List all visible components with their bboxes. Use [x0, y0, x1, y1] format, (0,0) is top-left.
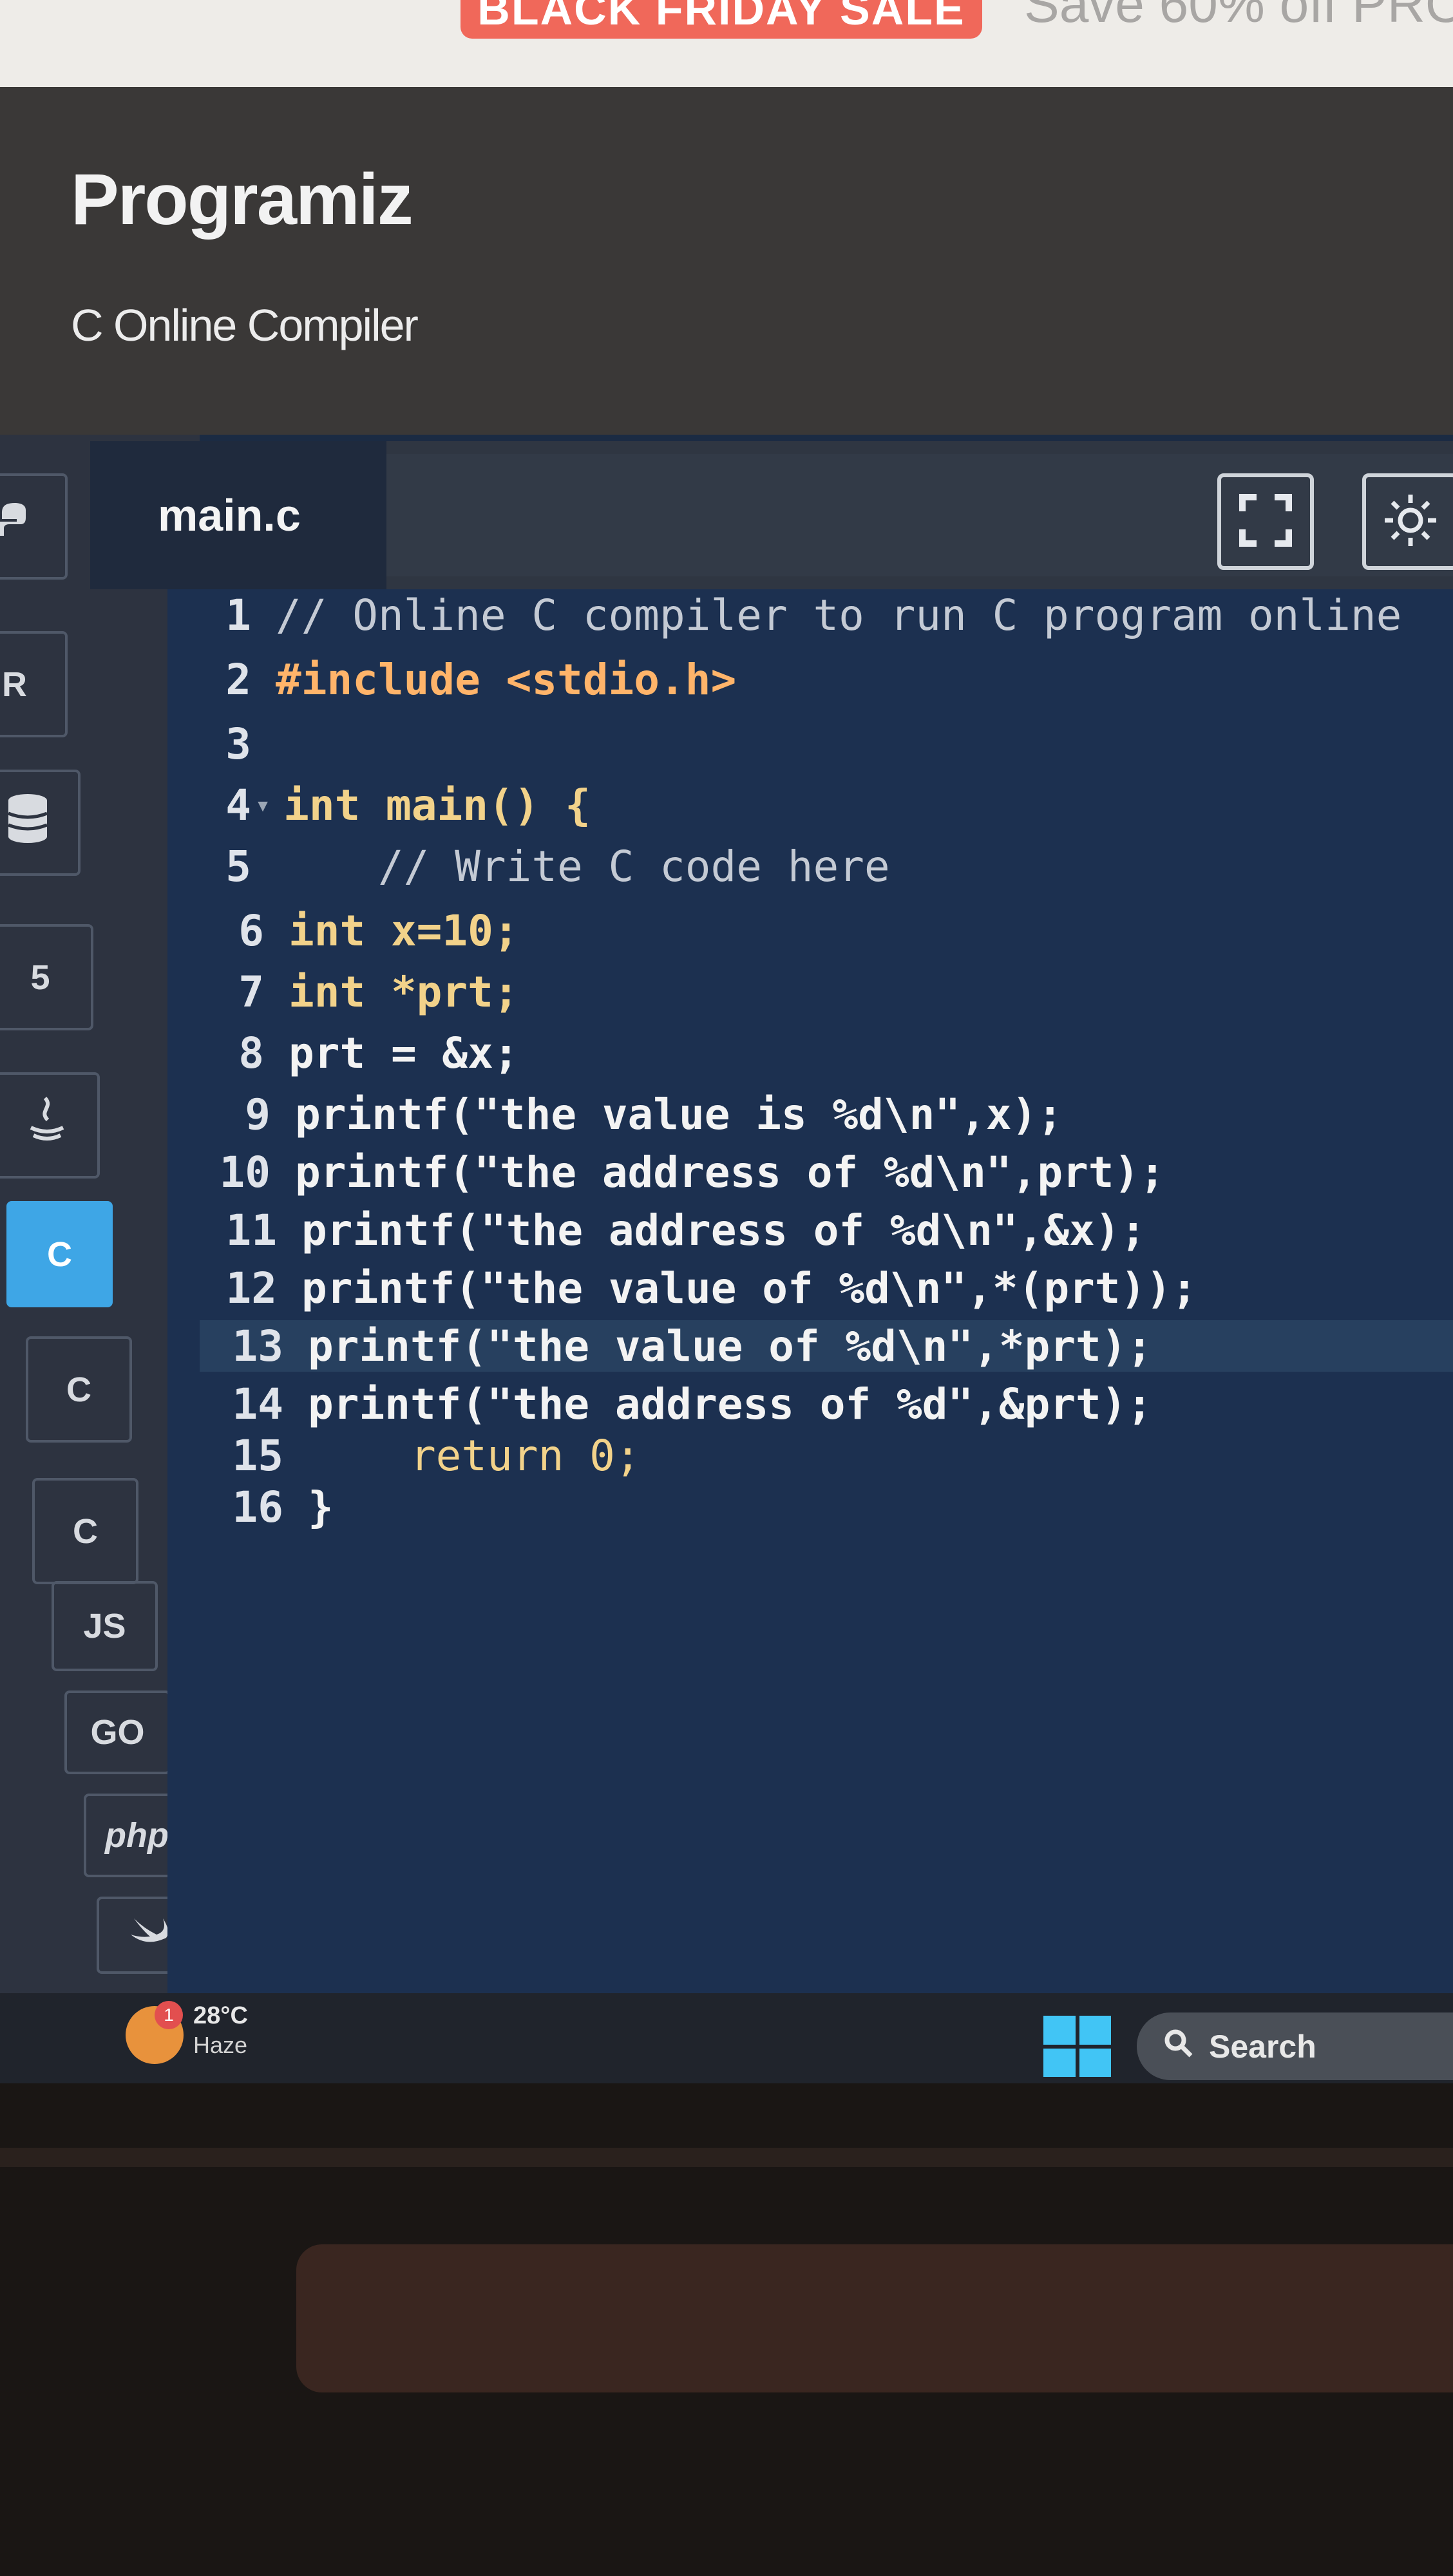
code-text: printf("the value is %d\n",x); — [295, 1089, 1063, 1139]
search-icon — [1163, 2027, 1193, 2066]
code-line: 10 printf("the address of %d\n",prt); — [187, 1146, 1453, 1198]
site-header: Programiz C Online Compiler — [0, 87, 1453, 435]
javascript-icon: JS — [83, 1607, 126, 1645]
line-number: 8 — [238, 1028, 264, 1078]
line-number: 6 — [238, 905, 264, 956]
code-line-active: 13 printf("the value of %d\n",*prt); — [200, 1320, 1453, 1372]
c-icon: C — [47, 1235, 72, 1274]
compiler-screen: R 5 C C C JS GO php main.c 1 // Online C… — [0, 435, 1453, 2083]
programiz-logo[interactable]: Programiz — [71, 158, 413, 241]
fold-toggle-icon[interactable]: ▾ — [255, 790, 271, 820]
html5-icon: 5 — [30, 958, 50, 997]
line-number: 2 — [225, 654, 251, 705]
line-number: 3 — [225, 719, 251, 769]
code-editor[interactable]: 1 // Online C compiler to run C program … — [167, 589, 1453, 1993]
line-number: 1 — [225, 590, 251, 640]
code-line: 9 printf("the value is %d\n",x); — [187, 1088, 1453, 1140]
code-text: } — [308, 1482, 334, 1532]
line-number: 5 — [225, 841, 251, 891]
windows-logo-pane — [1079, 2016, 1111, 2045]
php-icon: php — [105, 1816, 169, 1855]
code-text: printf("the value of %d\n",*(prt)); — [301, 1263, 1197, 1313]
code-line: 12 printf("the value of %d\n",*(prt)); — [193, 1262, 1453, 1314]
code-line: 6 int x=10; — [180, 905, 1453, 956]
go-icon: GO — [90, 1713, 145, 1752]
windows-logo-pane — [1079, 2048, 1111, 2077]
sidebar-item-html[interactable]: 5 — [0, 924, 93, 1030]
promo-text: Save 60% off PRO. S — [1024, 0, 1453, 33]
code-text: int *prt; — [289, 967, 519, 1017]
promo-banner: BLACK FRIDAY SALE Save 60% off PRO. S — [0, 0, 1453, 87]
tab-main-c[interactable]: main.c — [90, 441, 386, 589]
sidebar-item-java[interactable] — [0, 1072, 100, 1179]
code-line: 1 // Online C compiler to run C program … — [167, 589, 1453, 641]
code-text: printf("the address of %d",&prt); — [308, 1379, 1153, 1429]
line-number: 7 — [238, 967, 264, 1017]
laptop-edge — [0, 2148, 1453, 2167]
code-text: return 0; — [308, 1430, 641, 1481]
r-icon: R — [2, 665, 27, 704]
code-text: printf("the address of %d\n",prt); — [295, 1147, 1166, 1197]
fullscreen-button[interactable] — [1217, 473, 1314, 570]
sidebar-item-sql[interactable] — [0, 770, 81, 876]
java-icon — [24, 1095, 70, 1155]
laptop-body — [0, 2083, 1453, 2576]
code-text: // Online C compiler to run C program on… — [276, 590, 1402, 640]
line-number: 11 — [225, 1205, 277, 1255]
windows-taskbar: 1 28°C Haze Search — [0, 1993, 1453, 2083]
code-line: 8 prt = &x; — [180, 1027, 1453, 1079]
sun-icon — [1382, 491, 1439, 552]
page-subtitle: C Online Compiler — [71, 300, 419, 350]
sidebar-item-cpp[interactable]: C — [26, 1336, 132, 1443]
line-number: 12 — [225, 1263, 277, 1313]
line-number: 14 — [232, 1379, 283, 1429]
laptop-hinge — [296, 2244, 1453, 2392]
code-text: // Write C code here — [276, 841, 890, 891]
editor-tabbar: main.c — [90, 441, 1453, 589]
code-text: printf("the value of %d\n",*prt); — [308, 1321, 1153, 1371]
code-line: 4 ▾ int main() { — [167, 779, 1453, 831]
windows-logo-pane — [1043, 2048, 1076, 2077]
csharp-icon: C — [73, 1511, 98, 1551]
windows-start-button[interactable] — [1043, 2016, 1111, 2077]
code-line: 15 return 0; — [200, 1430, 1453, 1481]
sale-button[interactable]: BLACK FRIDAY SALE — [461, 0, 982, 39]
code-line: 3 — [167, 718, 1453, 770]
sidebar-item-go[interactable]: GO — [64, 1690, 171, 1774]
code-line: 14 printf("the address of %d",&prt); — [200, 1378, 1453, 1430]
sidebar-item-c[interactable]: C — [6, 1201, 113, 1307]
code-text: #include <stdio.h> — [276, 654, 737, 705]
weather-temperature[interactable]: 28°C — [193, 2002, 248, 2030]
code-line: 11 printf("the address of %d\n",&x); — [193, 1204, 1453, 1256]
code-line: 16 } — [200, 1481, 1453, 1533]
windows-logo-icon — [1043, 2016, 1076, 2045]
code-line: 7 int *prt; — [180, 966, 1453, 1018]
code-text: int x=10; — [289, 905, 519, 956]
code-text: printf("the address of %d\n",&x); — [301, 1205, 1146, 1255]
sidebar-item-python[interactable] — [0, 473, 68, 580]
python-icon — [0, 500, 37, 553]
theme-toggle-button[interactable] — [1362, 473, 1453, 570]
sidebar-item-csharp[interactable]: C — [32, 1478, 138, 1584]
code-line: 2 #include <stdio.h> — [167, 654, 1453, 705]
line-number: 10 — [219, 1147, 271, 1197]
code-text: int main() { — [283, 780, 591, 830]
code-line: 5 // Write C code here — [167, 840, 1453, 892]
line-number: 15 — [232, 1430, 283, 1481]
line-number: 13 — [232, 1321, 283, 1371]
weather-alert-badge: 1 — [155, 2001, 183, 2029]
line-number: 9 — [245, 1089, 271, 1139]
line-number: 16 — [232, 1482, 283, 1532]
sidebar-item-r[interactable]: R — [0, 631, 68, 737]
cpp-icon: C — [66, 1370, 91, 1409]
swift-icon — [128, 1912, 173, 1959]
code-text: prt = &x; — [289, 1028, 519, 1078]
database-icon — [5, 793, 50, 853]
sidebar-item-javascript[interactable]: JS — [52, 1581, 158, 1671]
taskbar-search[interactable]: Search — [1137, 2012, 1453, 2080]
fullscreen-icon — [1239, 493, 1293, 550]
weather-condition: Haze — [193, 2032, 248, 2058]
search-label: Search — [1209, 2028, 1316, 2065]
